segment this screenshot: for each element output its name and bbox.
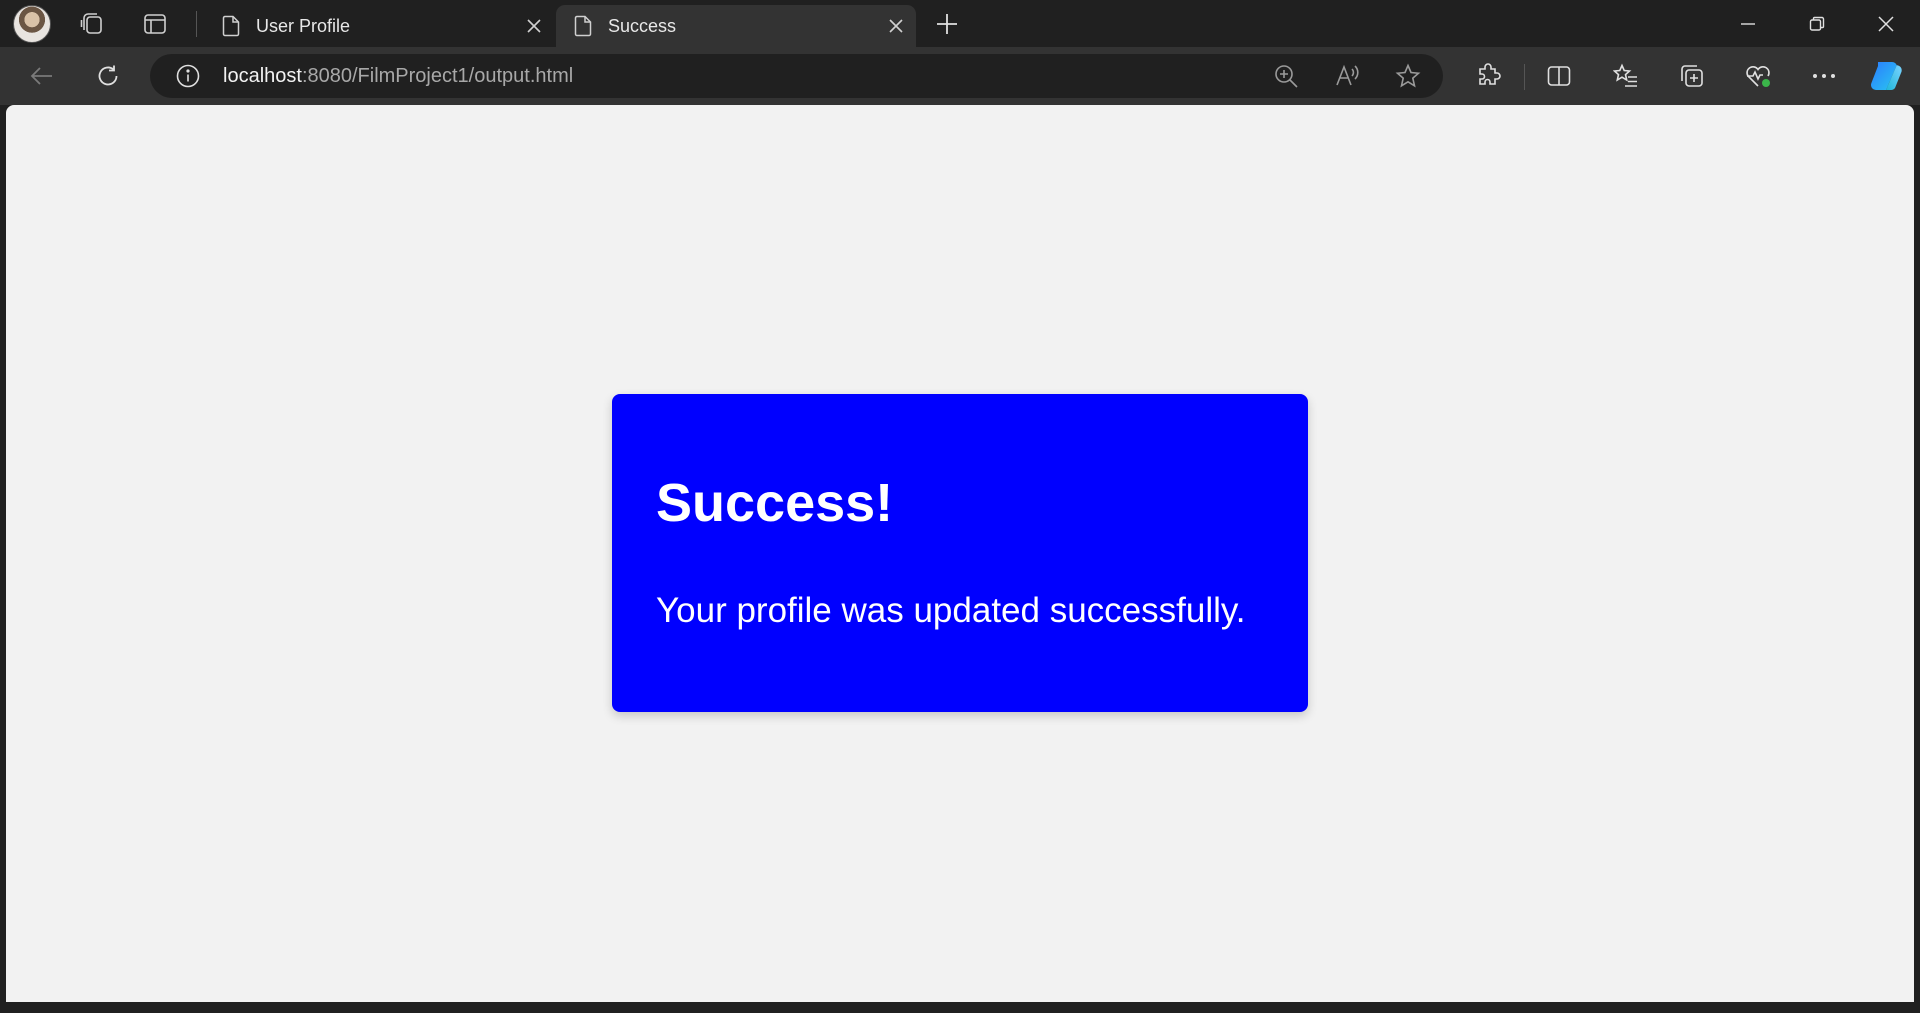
success-message: Your profile was updated successfully. [656,591,1246,630]
address-bar[interactable]: localhost:8080/FilmProject1/output.html [150,54,1443,98]
favorites-button[interactable] [1600,47,1652,105]
browser-essentials-button[interactable] [1732,47,1784,105]
close-icon [1877,15,1894,32]
refresh-button[interactable] [82,47,134,105]
more-icon [1813,74,1835,78]
info-icon [176,64,200,88]
extensions-button[interactable] [1462,47,1514,105]
refresh-icon [98,65,118,86]
success-box: Success! Your profile was updated succes… [612,394,1308,712]
read-aloud-icon [1336,64,1359,86]
avatar [13,4,51,43]
workspaces-button[interactable] [66,0,118,47]
tab-success[interactable]: Success [556,5,916,47]
restore-icon [1809,16,1824,31]
puzzle-icon [1479,63,1501,85]
page-icon [574,15,592,37]
tab-actions-button[interactable] [129,0,181,47]
back-button[interactable] [16,47,68,105]
tab-separator [196,11,197,37]
favorites-list-icon [1613,63,1637,87]
close-tab-button[interactable] [876,19,916,33]
minimize-button[interactable] [1713,0,1782,47]
title-bar: User Profile Success [0,0,1920,47]
navigation-bar: localhost:8080/FilmProject1/output.html [0,47,1920,105]
split-screen-icon [1547,66,1571,86]
site-info-button[interactable] [166,54,210,98]
copilot-button[interactable] [1860,47,1912,105]
workspaces-icon [80,12,102,34]
page-icon [222,15,240,37]
collections-icon [1681,65,1703,87]
minimize-icon [1740,22,1755,25]
zoom-in-icon [1275,65,1298,88]
window-bottom-edge [0,1002,1920,1013]
url-text[interactable]: localhost:8080/FilmProject1/output.html [223,54,573,98]
url-host: localhost [223,65,302,87]
collections-button[interactable] [1666,47,1718,105]
favorite-button[interactable] [1386,54,1430,98]
close-icon [889,19,903,33]
star-icon [1395,63,1421,88]
close-window-button[interactable] [1851,0,1920,47]
success-title: Success! [656,473,894,533]
toolbar-separator [1524,64,1525,90]
new-tab-button[interactable] [921,0,973,47]
read-aloud-button[interactable] [1325,54,1369,98]
plus-icon [937,13,957,34]
close-tab-button[interactable] [514,19,554,33]
tab-actions-icon [144,13,166,34]
page-viewport: Success! Your profile was updated succes… [6,105,1914,1002]
url-path: :8080/FilmProject1/output.html [301,65,574,87]
profile-button[interactable] [6,0,58,47]
tab-label: User Profile [256,15,351,36]
restore-button[interactable] [1782,0,1851,47]
tab-user-profile[interactable]: User Profile [204,5,554,47]
more-button[interactable] [1798,47,1850,105]
heart-pulse-icon [1746,65,1770,87]
close-icon [527,19,541,33]
tab-label: Success [608,15,677,36]
copilot-icon [1871,62,1902,91]
back-arrow-icon [30,67,52,85]
zoom-button[interactable] [1264,54,1308,98]
split-screen-button[interactable] [1533,47,1585,105]
